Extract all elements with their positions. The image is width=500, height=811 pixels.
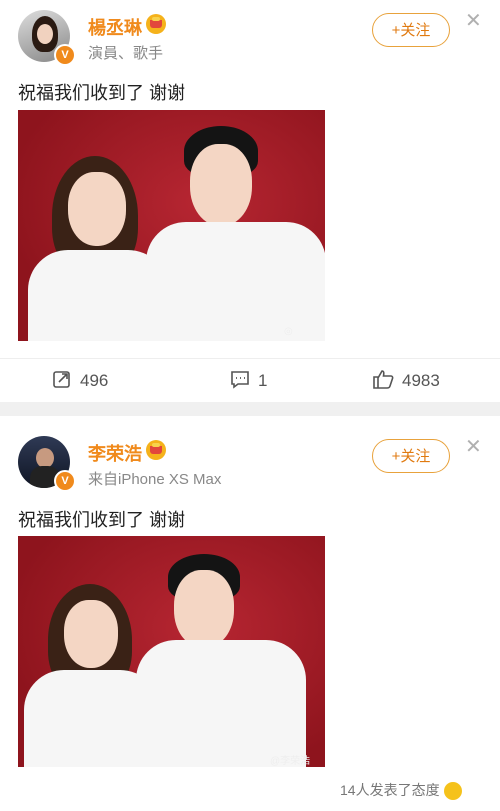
thumbs-up-icon	[372, 369, 394, 394]
user-subtitle: 来自iPhone XS Max	[88, 471, 222, 488]
repost-count: 496	[80, 370, 109, 390]
post-photo[interactable]: @李荣浩	[18, 536, 325, 767]
reaction-summary-text: 14人发表了态度	[340, 782, 440, 798]
reaction-summary[interactable]: 14人发表了态度	[340, 780, 462, 801]
post-text: 祝福我们收到了 谢谢	[18, 510, 186, 530]
post-text: 祝福我们收到了 谢谢	[18, 83, 186, 103]
vip-crown-icon	[146, 440, 166, 460]
comment-button[interactable]: 1	[230, 369, 267, 394]
close-icon[interactable]: ✕	[465, 437, 482, 457]
post-card: V 楊丞琳 演員、歌手 +关注 ✕ 祝福我们收到了 谢谢 ◎ 496 1 498…	[0, 0, 500, 402]
verified-badge-icon: V	[54, 44, 76, 66]
follow-button[interactable]: +关注	[372, 439, 450, 473]
repost-icon	[52, 369, 72, 394]
repost-button[interactable]: 496	[52, 369, 108, 394]
verified-badge-icon: V	[54, 470, 76, 492]
user-subtitle: 演員、歌手	[88, 45, 164, 62]
image-watermark: ◎	[284, 326, 293, 337]
like-button[interactable]: 4983	[372, 369, 440, 394]
vip-crown-icon	[146, 14, 166, 34]
user-name[interactable]: 楊丞琳	[88, 14, 142, 40]
user-name[interactable]: 李荣浩	[88, 440, 142, 466]
like-count: 4983	[402, 370, 440, 390]
comment-count: 1	[258, 370, 268, 390]
post-card: V 李荣浩 来自iPhone XS Max +关注 ✕ 祝福我们收到了 谢谢 @…	[0, 416, 500, 811]
comment-icon	[230, 369, 250, 394]
image-watermark: @李荣浩	[270, 756, 311, 767]
smile-emoji-icon	[443, 782, 462, 801]
post-divider	[0, 402, 500, 416]
post-photo[interactable]: ◎	[18, 110, 325, 341]
follow-button[interactable]: +关注	[372, 13, 450, 47]
close-icon[interactable]: ✕	[465, 11, 482, 31]
action-bar: 496 1 4983	[0, 358, 500, 399]
